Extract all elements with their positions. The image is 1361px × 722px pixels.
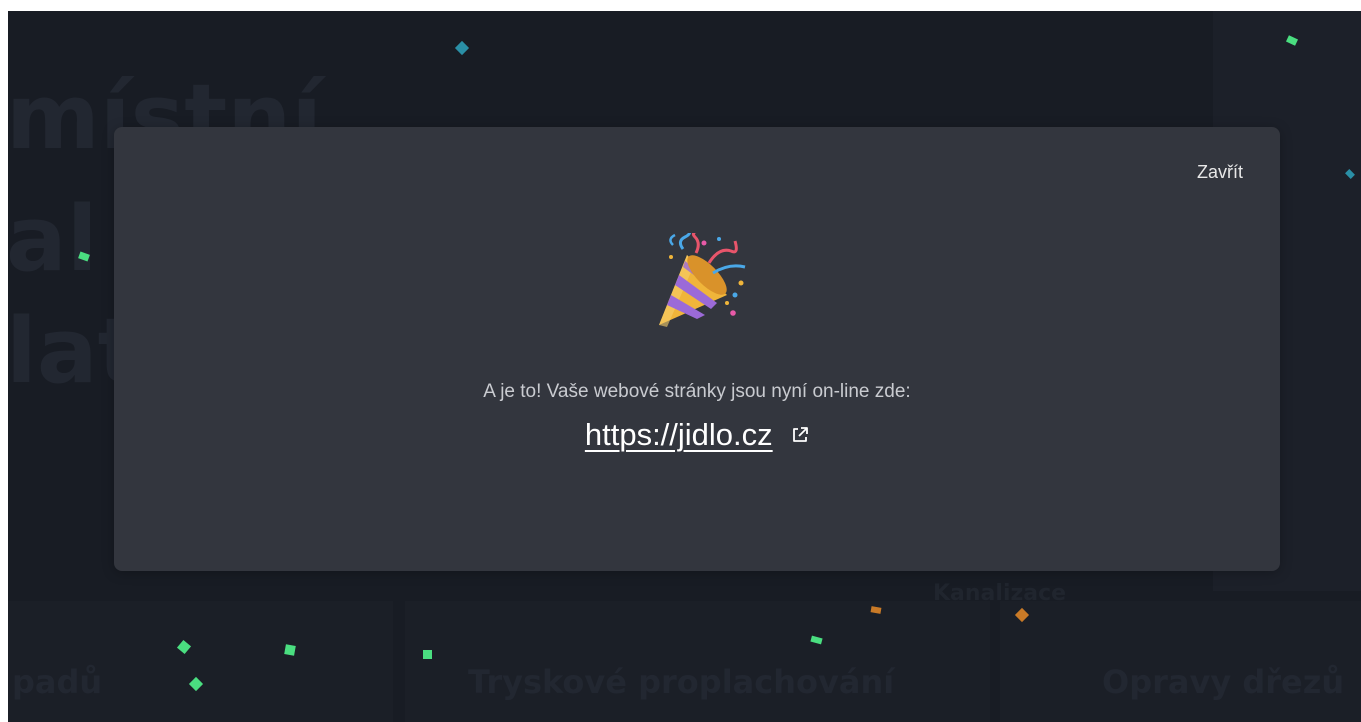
- site-url-link[interactable]: https://jidlo.cz: [585, 417, 773, 452]
- party-popper-icon: [659, 233, 746, 327]
- external-link-icon[interactable]: [791, 426, 809, 444]
- confetti-piece: [454, 40, 470, 56]
- confetti-piece: [423, 650, 432, 659]
- success-dialog: Zavřít A je to! Vaše webové stránky jsou…: [114, 127, 1280, 571]
- background-service-card: [405, 601, 990, 722]
- background-mid-label: Kanalizace: [933, 581, 1067, 606]
- site-link-row: https://jidlo.cz: [114, 417, 1280, 453]
- close-button[interactable]: Zavřít: [1197, 162, 1243, 183]
- background-service-label: Tryskové proplachování: [468, 663, 895, 701]
- background-service-label: padů: [12, 663, 103, 701]
- background-service-label: Opravy dřezů: [1102, 663, 1345, 701]
- confetti-piece: [284, 644, 296, 656]
- background-service-card: [8, 601, 393, 722]
- background-service-card: [1000, 601, 1361, 722]
- success-message: A je to! Vaše webové stránky jsou nyní o…: [483, 381, 911, 402]
- background-hero-text: al: [8, 187, 98, 292]
